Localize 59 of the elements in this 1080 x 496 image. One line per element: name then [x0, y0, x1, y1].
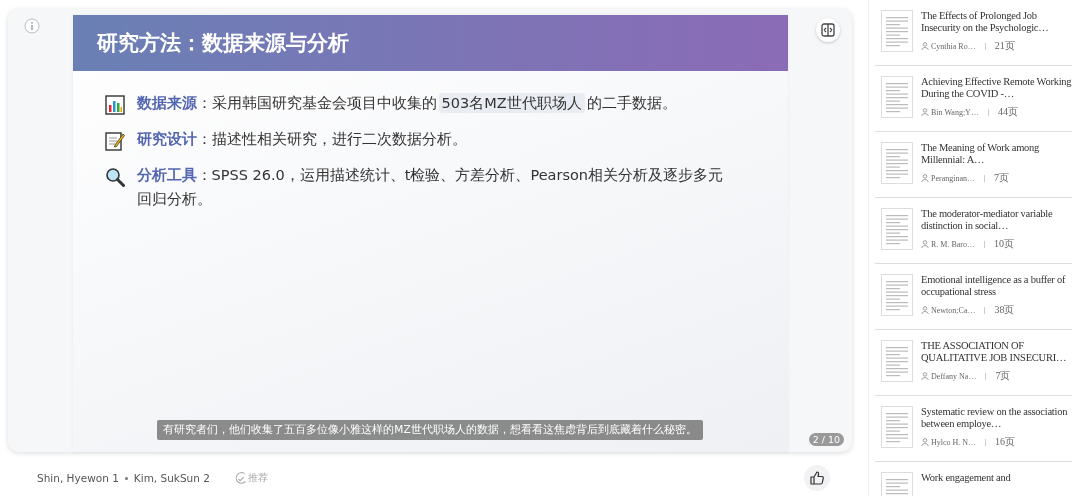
document-thumbnail — [881, 274, 913, 316]
document-author: R. M. Baro… — [931, 239, 975, 249]
document-author: Newton;Ca… — [931, 305, 976, 315]
document-title: Emotional intelligence as a buffer of occupational stress — [921, 274, 1067, 298]
document-author: Peranginan… — [931, 173, 975, 183]
memo-icon — [104, 131, 125, 151]
bullet-text: 分析工具：SPSS 26.0，运用描述统计、t检验、方差分析、Pearson相关分析及逐步多元回归分析。 — [136, 166, 725, 209]
person-icon — [921, 240, 929, 248]
document-item[interactable]: Systematic review on the association between employe… Hylco H. N… 16页 — [875, 396, 1072, 462]
document-thumbnail — [881, 10, 913, 52]
document-title: The Effects of Prolonged Job Insecurity on the Psychologic… — [921, 10, 1050, 34]
document-thumbnail — [881, 340, 913, 382]
document-item[interactable]: The Effects of Prolonged Job Insecurity on the Psychologic… Cynthia Ro… 21页 — [875, 0, 1072, 66]
thumbs-up-icon — [809, 470, 825, 486]
page-count: 44页 — [997, 105, 1018, 119]
page-count: 10页 — [994, 237, 1014, 251]
page-count: 7页 — [995, 369, 1011, 383]
person-icon — [921, 438, 929, 446]
document-thumbnail — [881, 208, 913, 250]
page-count: 21页 — [994, 39, 1015, 53]
document-thumbnail — [881, 406, 913, 448]
document-title: The Meaning of Work among Millennial: A… — [921, 142, 1041, 166]
bar-chart-icon — [104, 95, 125, 115]
document-title: THE ASSOCIATION OF QUALITATIVE JOB INSECURI… — [921, 340, 1068, 364]
person-icon — [921, 108, 929, 116]
document-item[interactable]: The moderator-mediator variable distinction in social… R. M. Baro… 10页 — [875, 198, 1072, 264]
document-author: Deffany Na… — [931, 371, 977, 381]
document-item[interactable]: Achieving Effective Remote Working During the COVID -… Bin Wang;Y… 44页 — [875, 66, 1072, 132]
like-button[interactable] — [804, 465, 830, 491]
document-title: Achieving Effective Remote Working During the COVID -… — [921, 76, 1072, 100]
person-icon — [921, 174, 929, 182]
page-count: 38页 — [994, 303, 1015, 317]
document-item[interactable]: The Meaning of Work among Millennial: A… Peranginan… 7页 — [875, 132, 1072, 198]
subtitle: 有研究者们，他们收集了五百多位像小雅这样的MZ世代职场人的数据，想看看这焦虑背后到底藏着什么秘密。 — [157, 420, 703, 440]
page-counter: 2 / 10 — [808, 433, 844, 446]
document-item[interactable]: Work engagement and — [875, 462, 1072, 496]
author-name[interactable]: Shin, Hyewon 1 — [37, 472, 119, 484]
person-icon — [921, 372, 929, 380]
document-thumbnail — [881, 142, 913, 184]
page-count: 7页 — [994, 171, 1009, 185]
person-icon — [921, 306, 929, 314]
document-author: Cynthia Ro… — [931, 41, 976, 51]
document-item[interactable]: THE ASSOCIATION OF QUALITATIVE JOB INSECURI… Deffany Na… 7页 — [875, 330, 1072, 396]
author-name[interactable]: Kim, SukSun 2 — [133, 472, 210, 484]
document-item[interactable]: Emotional intelligence as a buffer of occupational stress Newton;Ca… 38页 — [875, 264, 1072, 330]
bullet-text: 研究设计：描述性相关研究，进行二次数据分析。 — [136, 130, 467, 149]
document-title: Systematic review on the association between employe… — [921, 406, 1069, 430]
magnifier-icon — [104, 167, 125, 187]
document-author: Hylco H. N… — [931, 437, 977, 447]
bullet-text: 数据来源：采用韩国研究基金会项目中收集的 503名MZ世代职场人 的二手数据。 — [136, 92, 677, 115]
document-thumbnail — [881, 76, 913, 118]
document-title: Work engagement and — [921, 472, 1012, 484]
slide-title: 研究方法：数据来源与分析 — [96, 30, 349, 57]
expand-icon[interactable] — [816, 18, 840, 42]
page-count: 16页 — [995, 435, 1016, 449]
person-icon — [921, 42, 929, 50]
document-title: The moderator-mediator variable distinction in social… — [921, 208, 1054, 232]
document-author: Bin Wang;Y… — [931, 107, 979, 117]
recommend-icon — [233, 471, 248, 485]
